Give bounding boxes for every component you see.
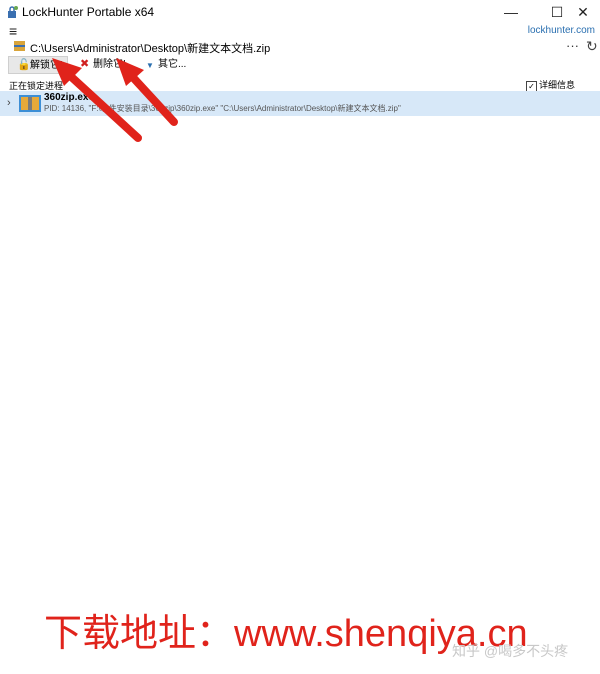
author-credit: 知乎 @喝多不头疼 [452,643,569,659]
annotation-arrows [52,58,178,142]
arrow-to-delete [124,68,178,126]
